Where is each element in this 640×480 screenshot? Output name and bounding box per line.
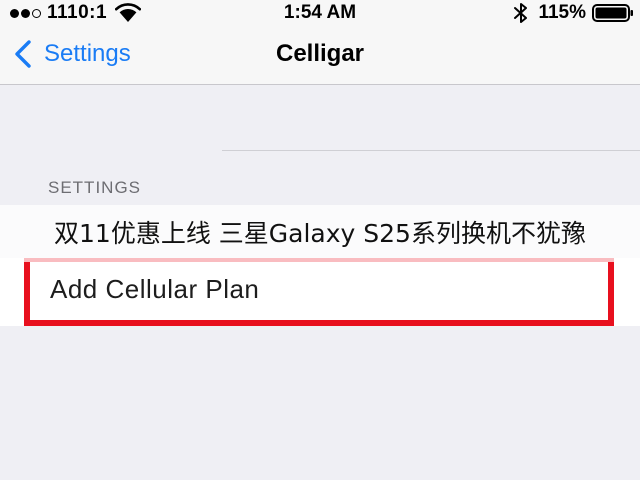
row-divider — [222, 150, 640, 151]
add-cellular-plan-label[interactable]: Add Cellular Plan — [50, 274, 259, 305]
status-right: 115% — [512, 2, 634, 24]
bluetooth-icon — [514, 3, 528, 23]
overlay-caption: 双11优惠上线 三星Galaxy S25系列换机不犹豫 — [54, 219, 586, 248]
nav-bar: Settings Celligar — [0, 26, 640, 85]
page-title: Celligar — [275, 40, 365, 67]
section-header: SETTINGS — [48, 178, 142, 197]
battery-icon — [592, 4, 633, 22]
battery-percentage: 115% — [538, 2, 586, 23]
status-bar: 1110:1 1:54 AM 115% — [0, 0, 640, 26]
